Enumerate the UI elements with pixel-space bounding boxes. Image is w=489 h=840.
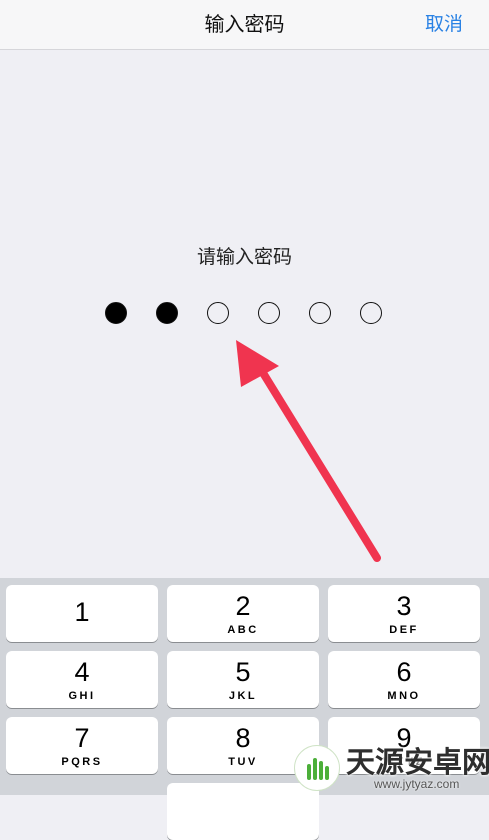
key-digit: 4 — [74, 657, 90, 687]
key-digit: 3 — [396, 591, 412, 621]
key-letters: DEF — [389, 624, 419, 636]
key-6[interactable]: 6 MNO — [328, 651, 480, 708]
key-5[interactable]: 5 JKL — [167, 651, 319, 708]
key-digit: 7 — [74, 723, 90, 753]
key-letters: GHI — [68, 690, 96, 702]
key-letters: PQRS — [61, 756, 103, 768]
key-letters: ABC — [227, 624, 259, 636]
key-1[interactable]: 1 — [6, 585, 158, 642]
arrow-head — [236, 340, 279, 387]
key-2[interactable]: 2 ABC — [167, 585, 319, 642]
watermark-logo-icon — [294, 745, 340, 791]
arrow-shaft — [256, 364, 381, 562]
key-7[interactable]: 7 PQRS — [6, 717, 158, 774]
watermark-url: www.jytyaz.com — [374, 777, 460, 791]
key-3[interactable]: 3 DEF — [328, 585, 480, 642]
key-digit: 6 — [396, 657, 412, 687]
key-digit: 2 — [235, 591, 251, 621]
key-digit: 1 — [74, 597, 90, 627]
key-letters: JKL — [228, 690, 258, 702]
key-digit: 5 — [235, 657, 251, 687]
key-4[interactable]: 4 GHI — [6, 651, 158, 708]
key-letters: MNO — [387, 690, 421, 702]
watermark: 天源安卓网 www.jytyaz.com — [292, 737, 489, 795]
watermark-title: 天源安卓网 — [346, 747, 489, 779]
